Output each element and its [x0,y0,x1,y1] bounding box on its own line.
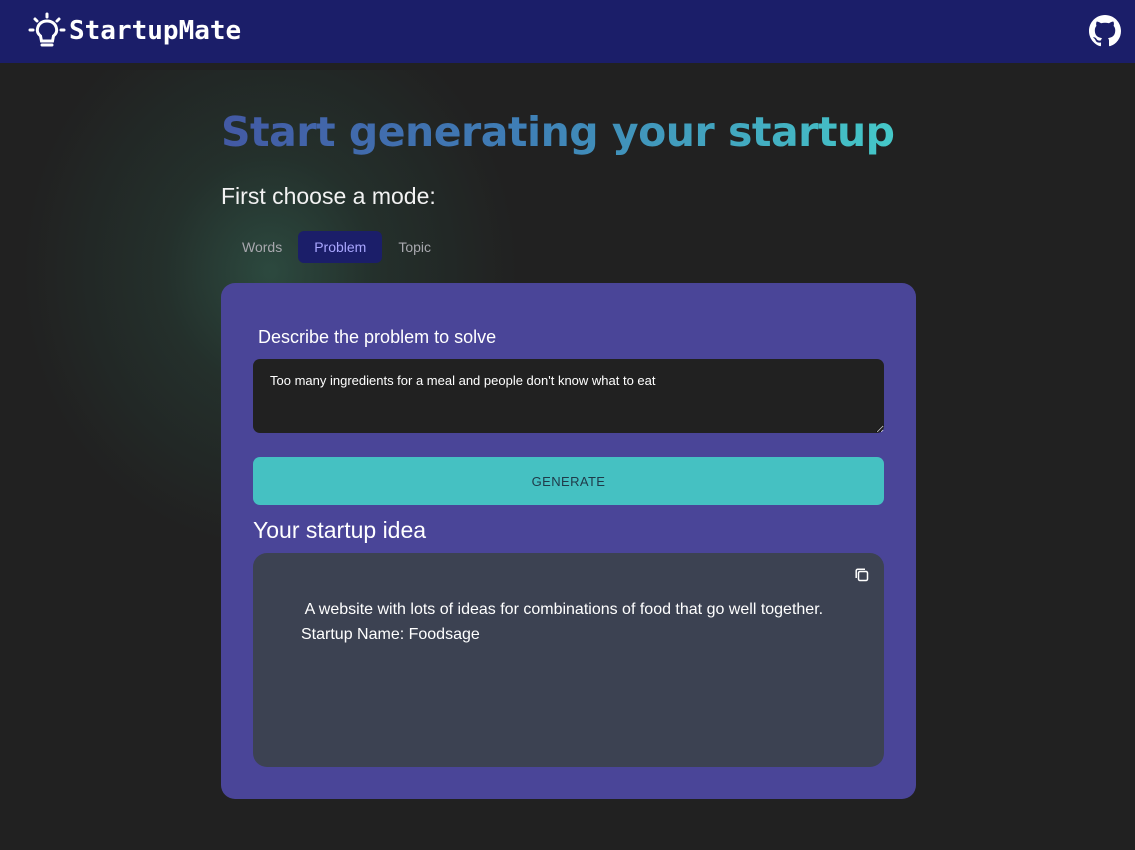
tab-words[interactable]: Words [226,231,298,263]
result-text: A website with lots of ideas for combina… [301,597,861,647]
tab-topic[interactable]: Topic [382,231,447,263]
generator-card: Describe the problem to solve Too many i… [221,283,916,799]
navbar: StartupMate [0,0,1135,63]
mode-tabs: Words Problem Topic [226,231,447,263]
mode-heading: First choose a mode: [221,183,436,209]
page-title: Start generating your startup [221,108,895,156]
generate-button[interactable]: GENERATE [253,457,884,505]
result-description: A website with lots of ideas for combina… [301,601,824,618]
problem-input[interactable]: Too many ingredients for a meal and peop… [253,359,884,433]
problem-label: Describe the problem to solve [258,327,497,347]
result-startup-name: Startup Name: Foodsage [301,626,480,643]
brand[interactable]: StartupMate [28,12,241,50]
result-box: A website with lots of ideas for combina… [253,553,884,767]
result-heading: Your startup idea [253,517,427,543]
copy-icon[interactable] [854,567,870,583]
lightbulb-icon [28,12,66,47]
github-icon[interactable] [1089,15,1121,47]
tab-problem[interactable]: Problem [298,231,383,263]
brand-name: StartupMate [69,16,242,46]
